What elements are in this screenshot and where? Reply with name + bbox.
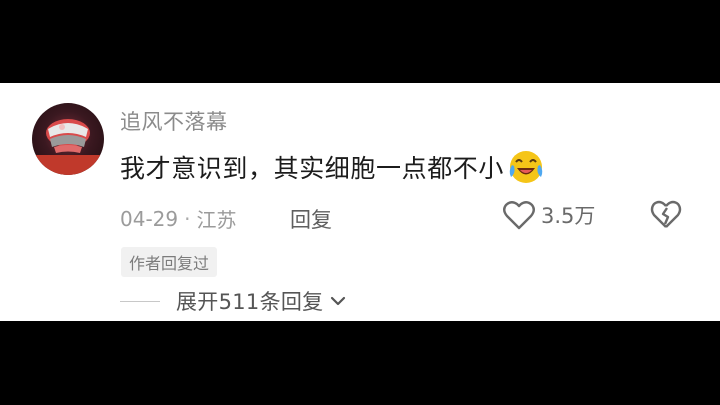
author-replied-badge: 作者回复过 xyxy=(121,247,218,277)
comment-location: 江苏 xyxy=(196,208,237,232)
comment-date: 04-29 xyxy=(120,206,179,231)
comment-body: 我才意识到，其实细胞一点都不小 xyxy=(120,154,505,183)
expand-divider xyxy=(120,300,160,302)
avatar[interactable] xyxy=(32,103,104,175)
chevron-down-icon xyxy=(331,296,346,306)
dislike-button[interactable] xyxy=(650,199,682,231)
comment-meta: 04-29 · 江苏 xyxy=(120,204,236,233)
expand-replies-button[interactable]: 展开511条回复 xyxy=(120,286,347,316)
comment-text: 我才意识到，其实细胞一点都不小 xyxy=(120,149,544,185)
letterbox-top xyxy=(0,0,720,83)
username[interactable]: 追风不落幕 xyxy=(120,106,228,136)
comment-card: 追风不落幕 我才意识到，其实细胞一点都不小 04-29 · 江苏 回复 3.5万 xyxy=(0,83,720,321)
expand-replies-label: 展开511条回复 xyxy=(176,290,324,314)
reply-button[interactable]: 回复 xyxy=(290,204,332,234)
avatar-image xyxy=(32,119,104,175)
laughing-crying-emoji-icon xyxy=(509,151,543,183)
like-button[interactable]: 3.5万 xyxy=(502,197,595,233)
letterbox-bottom xyxy=(0,321,720,405)
heart-outline-icon xyxy=(503,201,535,230)
like-count: 3.5万 xyxy=(541,204,596,228)
broken-heart-icon xyxy=(650,200,682,228)
meta-separator: · xyxy=(184,206,191,231)
